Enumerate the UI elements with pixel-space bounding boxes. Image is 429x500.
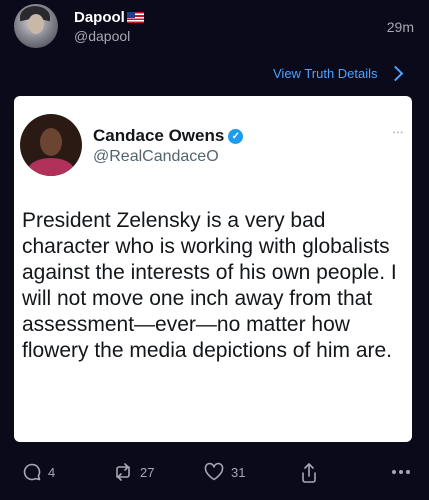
share-button[interactable] <box>299 462 319 484</box>
author-handle[interactable]: @dapool <box>74 28 130 44</box>
reply-icon <box>23 463 41 481</box>
chevron-right-icon <box>387 65 403 82</box>
more-horizontal-icon <box>392 470 410 474</box>
embed-author-avatar <box>20 114 82 176</box>
action-bar: 4 27 31 <box>0 462 429 492</box>
author-name[interactable]: Dapool <box>74 9 125 26</box>
embed-author-name-row: Candace Owens ✓ <box>93 126 244 146</box>
us-flag-icon <box>126 12 144 23</box>
more-actions-button[interactable] <box>390 464 412 480</box>
retruth-count: 27 <box>140 464 155 480</box>
author-avatar[interactable] <box>14 4 58 48</box>
reply-button[interactable]: 4 <box>22 462 55 482</box>
embed-author-name: Candace Owens <box>93 126 225 145</box>
more-options-icon: ••• <box>392 128 404 137</box>
embed-tweet-text: President Zelensky is a very bad charact… <box>22 209 397 362</box>
like-button[interactable]: 31 <box>203 462 245 482</box>
post-header: Dapool @dapool 29m <box>0 0 429 60</box>
post-timestamp: 29m <box>386 19 414 35</box>
verified-check-icon: ✓ <box>228 128 244 144</box>
heart-icon <box>204 462 224 481</box>
embed-author-handle: @RealCandaceO <box>93 148 219 165</box>
share-icon <box>302 463 316 483</box>
view-truth-details-label: View Truth Details <box>273 66 378 81</box>
retruth-button[interactable]: 27 <box>112 462 154 482</box>
like-count: 31 <box>231 464 246 480</box>
author-name-row[interactable]: Dapool <box>74 9 144 26</box>
embedded-tweet-card[interactable]: Candace Owens ✓ @RealCandaceO ••• Presid… <box>14 96 412 442</box>
reply-count: 4 <box>48 464 56 480</box>
retruth-icon <box>116 463 130 481</box>
view-truth-details-link[interactable]: View Truth Details <box>273 65 403 82</box>
